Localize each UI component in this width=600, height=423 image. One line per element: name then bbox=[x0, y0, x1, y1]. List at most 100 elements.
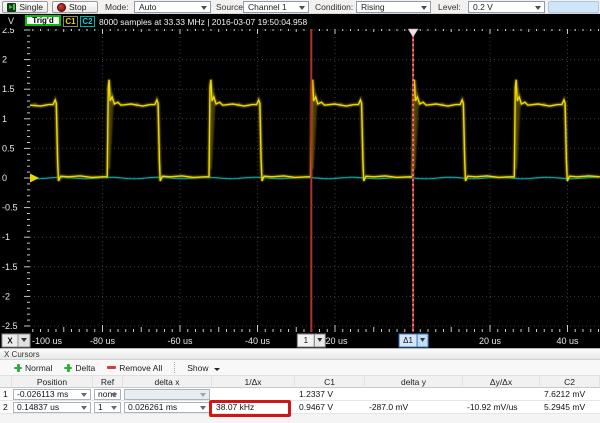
col-delta-x: delta x bbox=[123, 376, 212, 388]
scope-display: 2.5 2 1.5 1 0.5 0 -0.5 -1 -1.5 -2 -2.5 -100 us -80 u… bbox=[0, 28, 600, 348]
row-number: 2 bbox=[0, 402, 12, 412]
cursor-table-header: Position Ref delta x 1/Δx C1 delta y Δy/… bbox=[0, 376, 600, 388]
col-inv-dx: 1/Δx bbox=[212, 376, 295, 388]
condition-select[interactable]: Rising bbox=[356, 1, 431, 13]
stop-button-label: Stop bbox=[69, 2, 87, 12]
source-label: Source: bbox=[216, 2, 245, 12]
cursor2-delta-y-value: -287.0 mV bbox=[365, 402, 463, 412]
svg-text:X: X bbox=[7, 337, 13, 346]
svg-text:1: 1 bbox=[304, 336, 309, 345]
col-c2: C2 bbox=[540, 376, 600, 388]
mode-select[interactable]: Auto bbox=[134, 1, 211, 13]
remove-all-cursors-button[interactable]: Remove All bbox=[101, 362, 168, 374]
chevron-down-icon bbox=[535, 6, 541, 10]
single-button-label: Single bbox=[19, 2, 43, 12]
svg-text:Δ1: Δ1 bbox=[403, 336, 413, 345]
single-shot-icon bbox=[7, 3, 16, 12]
svg-text:1.5: 1.5 bbox=[2, 84, 15, 94]
mode-value: Auto bbox=[139, 2, 157, 12]
trigger-status-badge: Trig'd bbox=[25, 15, 61, 26]
svg-text:-80 us: -80 us bbox=[90, 336, 116, 346]
cursor-Δ1-handle[interactable]: Δ1 bbox=[399, 334, 428, 347]
cursor-row-1: 1 -0.026113 ms none 1.2337 V 7.6212 mV bbox=[0, 388, 600, 401]
svg-text:-1: -1 bbox=[2, 232, 10, 242]
svg-text:-60 us: -60 us bbox=[167, 336, 193, 346]
chevron-down-icon bbox=[111, 406, 117, 410]
level-value: 0.2 V bbox=[473, 2, 493, 12]
svg-text:40 us: 40 us bbox=[556, 336, 579, 346]
cursor1-c2-value: 7.6212 mV bbox=[540, 389, 600, 399]
cursor1-c1-value: 1.2337 V bbox=[295, 389, 365, 399]
cursor-panel-toolbar: Normal Delta Remove All Show bbox=[0, 360, 600, 376]
svg-text:-20 us: -20 us bbox=[322, 336, 348, 346]
add-normal-cursor-button[interactable]: Normal bbox=[8, 362, 58, 374]
acquisition-toolbar: Single Stop Mode: Auto Source: Channel 1… bbox=[0, 0, 600, 14]
acquisition-info-text: 8000 samples at 33.33 MHz | 2016-03-07 1… bbox=[99, 17, 307, 27]
svg-text:0: 0 bbox=[2, 173, 7, 183]
cursor1-delta-x-select bbox=[124, 389, 210, 400]
cursor2-c2-value: 5.2945 mV bbox=[540, 402, 600, 412]
mode-label: Mode: bbox=[105, 2, 129, 12]
cursor-row-2: 2 0.14837 us 1 0.026261 ms 38.07 kHz 0.9… bbox=[0, 401, 600, 414]
chevron-down-icon bbox=[81, 406, 87, 410]
plus-icon bbox=[14, 364, 22, 372]
chevron-down-icon bbox=[81, 393, 87, 397]
toolbar-separator bbox=[174, 362, 175, 373]
svg-text:1: 1 bbox=[2, 114, 7, 124]
stop-icon bbox=[57, 3, 66, 12]
remove-all-button-label: Remove All bbox=[119, 363, 162, 373]
minus-icon bbox=[107, 366, 116, 369]
x-axis-menu-button[interactable]: X bbox=[2, 334, 30, 347]
condition-label: Condition: bbox=[315, 2, 353, 12]
normal-button-label: Normal bbox=[25, 363, 52, 373]
panel-title: X Cursors bbox=[0, 349, 600, 360]
x-cursors-panel: X Cursors Normal Delta Remove All Show P… bbox=[0, 348, 600, 423]
scope-plot: 2.5 2 1.5 1 0.5 0 -0.5 -1 -1.5 -2 -2.5 -100 us -80 u… bbox=[0, 28, 600, 348]
cursor1-position-select[interactable]: -0.026113 ms bbox=[13, 389, 91, 400]
channel-1-badge[interactable]: C1 bbox=[63, 16, 78, 27]
row-number: 1 bbox=[0, 389, 12, 399]
chevron-down-icon bbox=[200, 393, 206, 397]
svg-text:-1.5: -1.5 bbox=[2, 262, 18, 272]
level-select[interactable]: 0.2 V bbox=[468, 1, 545, 13]
stop-button[interactable]: Stop bbox=[52, 1, 98, 13]
chevron-down-icon bbox=[214, 368, 220, 371]
show-button-label: Show bbox=[187, 363, 208, 373]
show-menu-button[interactable]: Show bbox=[181, 362, 225, 374]
chevron-down-icon bbox=[200, 406, 206, 410]
condition-value: Rising bbox=[361, 2, 385, 12]
svg-text:2.5: 2.5 bbox=[2, 28, 15, 35]
cursor2-inv-dx-value: 38.07 kHz bbox=[212, 402, 295, 412]
svg-text:0.5: 0.5 bbox=[2, 143, 15, 153]
col-delta-y: delta y bbox=[365, 376, 463, 388]
chevron-down-icon bbox=[111, 393, 117, 397]
scope-status-bar: V Trig'd C1 C2 8000 samples at 33.33 MHz… bbox=[0, 14, 600, 28]
add-delta-cursor-button[interactable]: Delta bbox=[58, 362, 101, 374]
cursor1-ref-select[interactable]: none bbox=[94, 389, 121, 400]
cursor2-ref-select[interactable]: 1 bbox=[94, 402, 121, 413]
cursor2-delta-x-select[interactable]: 0.026261 ms bbox=[124, 402, 210, 413]
y-axis-unit-label: V bbox=[8, 16, 14, 26]
svg-text:-40 us: -40 us bbox=[245, 336, 271, 346]
single-button[interactable]: Single bbox=[2, 1, 48, 13]
col-dy-dx: Δy/Δx bbox=[463, 376, 540, 388]
level-label: Level: bbox=[438, 2, 461, 12]
cursor-1-handle[interactable]: 1 bbox=[297, 334, 325, 347]
svg-text:-2: -2 bbox=[2, 291, 10, 301]
channel-2-badge[interactable]: C2 bbox=[80, 16, 95, 27]
source-value: Channel 1 bbox=[248, 2, 287, 12]
svg-text:-0.5: -0.5 bbox=[2, 203, 18, 213]
svg-text:-2.5: -2.5 bbox=[2, 321, 18, 331]
cursor2-position-select[interactable]: 0.14837 us bbox=[13, 402, 91, 413]
source-select[interactable]: Channel 1 bbox=[243, 1, 309, 13]
highlighted-input-area[interactable] bbox=[548, 1, 599, 13]
svg-text:2: 2 bbox=[2, 55, 7, 65]
delta-button-label: Delta bbox=[75, 363, 95, 373]
col-ref: Ref bbox=[93, 376, 123, 388]
cursor2-dy-dx-value: -10.92 mV/us bbox=[463, 402, 540, 412]
svg-text:-100 us: -100 us bbox=[32, 336, 63, 346]
cursor-table: Position Ref delta x 1/Δx C1 delta y Δy/… bbox=[0, 376, 600, 414]
col-c1: C1 bbox=[295, 376, 365, 388]
chevron-down-icon bbox=[299, 6, 305, 10]
chevron-down-icon bbox=[201, 6, 207, 10]
